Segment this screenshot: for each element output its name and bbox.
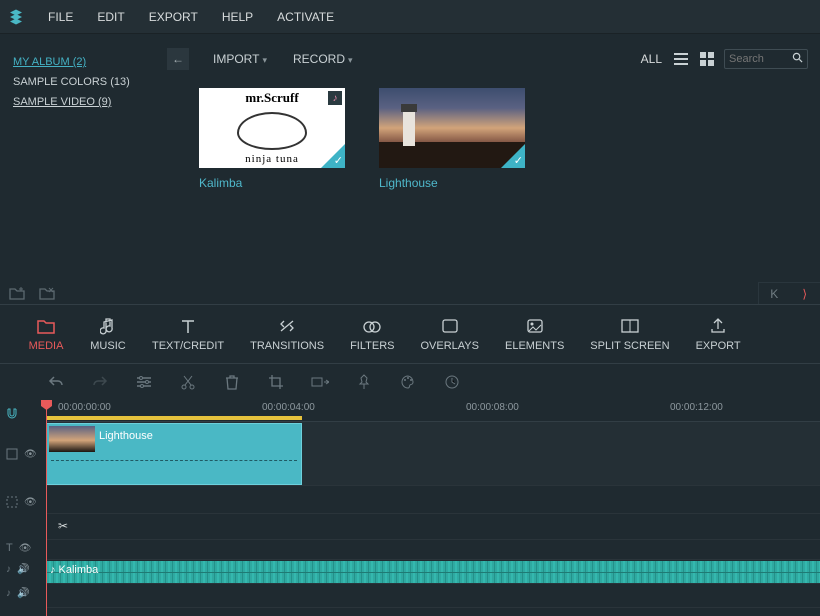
magnet-icon[interactable] (6, 408, 18, 420)
menu-export[interactable]: EXPORT (137, 10, 210, 24)
clip-label: Lighthouse (99, 430, 153, 442)
tab-transitions[interactable]: TRANSITIONS (242, 316, 332, 352)
media-item-label: Lighthouse (379, 176, 525, 190)
tab-text[interactable]: TEXT/CREDIT (144, 316, 232, 352)
transitions-icon (277, 316, 297, 336)
redo-button[interactable] (90, 372, 110, 392)
search-box[interactable] (724, 49, 808, 69)
speaker-icon[interactable]: 🔊 (17, 588, 29, 599)
next-frame-button[interactable]: ⟩ (790, 283, 820, 304)
overlay-track[interactable] (46, 486, 820, 514)
ruler-tick: 00:00:12:00 (670, 402, 723, 413)
media-item-label: Kalimba (199, 176, 345, 190)
menu-file[interactable]: FILE (36, 10, 85, 24)
tab-media[interactable]: MEDIA (20, 316, 72, 352)
media-item-lighthouse[interactable]: ✓ Lighthouse (379, 88, 525, 190)
check-icon: ✓ (514, 154, 523, 167)
media-browser: MY ALBUM (2) SAMPLE COLORS (13) SAMPLE V… (0, 34, 820, 304)
back-button[interactable]: ← (167, 48, 189, 70)
menu-bar: FILE EDIT EXPORT HELP ACTIVATE (0, 0, 820, 34)
view-grid-icon[interactable] (698, 50, 716, 68)
timeline-tools (0, 364, 820, 400)
text-icon (178, 316, 198, 336)
sidebar-item-sample-colors[interactable]: SAMPLE COLORS (13) (13, 72, 175, 92)
menu-help[interactable]: HELP (210, 10, 265, 24)
folder-icon (36, 316, 56, 336)
clip-thumbnail (49, 426, 95, 452)
tab-filters[interactable]: FILTERS (342, 316, 402, 352)
search-input[interactable] (729, 53, 792, 65)
import-dropdown[interactable]: IMPORT▾ (213, 52, 267, 66)
text-track[interactable] (46, 540, 820, 560)
menu-activate[interactable]: ACTIVATE (265, 10, 346, 24)
settings-icon[interactable] (134, 372, 154, 392)
audio-track-2-icon[interactable]: ♪ 🔊 (6, 588, 29, 599)
clip-label: ♪ Kalimba (50, 564, 98, 576)
ruler-tick: 00:00:08:00 (466, 402, 519, 413)
tab-overlays[interactable]: OVERLAYS (413, 316, 488, 352)
tab-splitscreen[interactable]: SPLIT SCREEN (582, 316, 677, 352)
color-button[interactable] (398, 372, 418, 392)
speed-button[interactable] (442, 372, 462, 392)
playhead[interactable] (46, 400, 47, 616)
eye-icon[interactable]: 👁 (19, 543, 32, 554)
record-dropdown[interactable]: RECORD▾ (293, 52, 353, 66)
media-thumbnails: mr.Scruff ninja tuna ♪ ✓ Kalimba ✓ (197, 88, 808, 190)
search-icon (792, 52, 803, 66)
ruler-tick: 00:00:00:00 (58, 402, 111, 413)
new-folder-icon[interactable] (8, 284, 26, 302)
splitscreen-icon (620, 316, 640, 336)
prev-frame-button[interactable]: K (759, 283, 790, 304)
delete-button[interactable] (222, 372, 242, 392)
pin-button[interactable] (354, 372, 374, 392)
eye-icon[interactable]: 👁 (24, 497, 37, 508)
export-icon (708, 316, 728, 336)
audio-track-2[interactable] (46, 584, 820, 608)
video-track-icon[interactable]: 👁 (6, 448, 37, 460)
media-sidebar: MY ALBUM (2) SAMPLE COLORS (13) SAMPLE V… (0, 34, 185, 304)
detach-button[interactable] (310, 372, 330, 392)
video-clip[interactable]: Lighthouse (46, 423, 302, 485)
audio-icon: ♪ (328, 91, 342, 105)
selection-range[interactable] (46, 416, 302, 420)
check-icon: ✓ (334, 154, 343, 167)
album-art-text-top: mr.Scruff (199, 88, 345, 106)
overlay-track-icon[interactable]: 👁 (6, 496, 37, 508)
main-tabs: MEDIA MUSIC TEXT/CREDIT TRANSITIONS FILT… (0, 304, 820, 364)
tab-export[interactable]: EXPORT (688, 316, 749, 352)
overlay-track-2[interactable]: ✂ (46, 514, 820, 540)
view-list-icon[interactable] (672, 50, 690, 68)
tab-music[interactable]: MUSIC (82, 316, 134, 352)
ruler-tick: 00:00:04:00 (262, 402, 315, 413)
tab-elements[interactable]: ELEMENTS (497, 316, 572, 352)
media-item-kalimba[interactable]: mr.Scruff ninja tuna ♪ ✓ Kalimba (199, 88, 345, 190)
media-browser-main: ← IMPORT▾ RECORD▾ ALL (185, 34, 820, 304)
filters-icon (362, 316, 382, 336)
sidebar-item-my-album[interactable]: MY ALBUM (2) (13, 52, 175, 72)
scissors-icon: ✂ (58, 519, 68, 533)
text-track-icon[interactable]: T 👁 (6, 542, 31, 554)
sidebar-item-sample-video[interactable]: SAMPLE VIDEO (9) (13, 92, 175, 112)
filter-all[interactable]: ALL (641, 52, 662, 66)
audio-clip[interactable]: ♪ Kalimba (46, 561, 820, 583)
video-track[interactable]: Lighthouse (46, 422, 820, 486)
audio-track-1[interactable]: ♪ Kalimba (46, 560, 820, 584)
waveform (46, 561, 820, 583)
browser-toolbar: ← IMPORT▾ RECORD▾ ALL (197, 44, 808, 74)
timeline[interactable]: 👁 👁 T 👁 ♪ 🔊 ♪ 🔊 00:00:00:00 00:00:04:00 … (0, 400, 820, 616)
eye-icon[interactable]: 👁 (24, 449, 37, 460)
delete-folder-icon[interactable] (38, 284, 56, 302)
audio-track-1-icon[interactable]: ♪ 🔊 (6, 564, 29, 575)
crop-button[interactable] (266, 372, 286, 392)
music-icon (98, 316, 118, 336)
elements-icon (525, 316, 545, 336)
undo-button[interactable] (46, 372, 66, 392)
cut-button[interactable] (178, 372, 198, 392)
app-logo-icon (4, 5, 28, 29)
overlays-icon (440, 316, 460, 336)
menu-edit[interactable]: EDIT (85, 10, 136, 24)
note-icon: ♪ (50, 564, 56, 576)
speaker-icon[interactable]: 🔊 (17, 564, 29, 575)
